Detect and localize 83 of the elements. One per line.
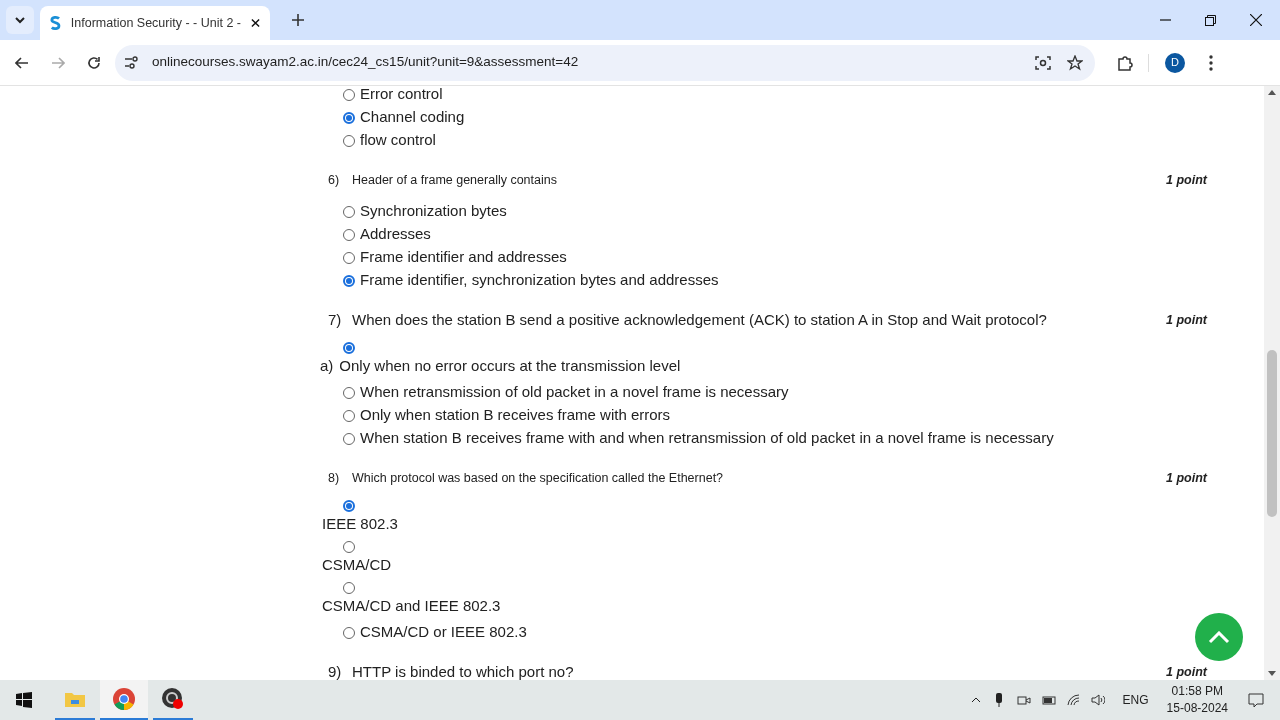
- reload-icon[interactable]: [87, 55, 101, 70]
- tab-title: Information Security - - Unit 2 -: [70, 14, 241, 32]
- option-label: CSMA/CD and IEEE 802.3: [322, 595, 501, 616]
- option-label: IEEE 802.3: [322, 513, 398, 534]
- microphone-icon[interactable]: [994, 693, 1003, 707]
- speaker-icon[interactable]: [1090, 694, 1105, 706]
- scrollbar[interactable]: [1264, 86, 1280, 680]
- option-label: Error control: [360, 86, 443, 105]
- close-icon[interactable]: [251, 18, 260, 28]
- radio-button[interactable]: [343, 500, 355, 512]
- extensions-icon[interactable]: [1117, 54, 1133, 71]
- points-label: 1 point: [1166, 663, 1207, 680]
- browser-tab[interactable]: Information Security - - Unit 2 -: [40, 6, 270, 40]
- option-letter: a): [320, 355, 334, 376]
- radio-button[interactable]: [343, 432, 355, 445]
- radio-button[interactable]: [343, 342, 355, 354]
- option-label: flow control: [360, 130, 436, 151]
- radio-button[interactable]: [343, 582, 355, 594]
- option-label: Channel coding: [360, 107, 465, 128]
- clock-date: 15-08-2024: [1166, 700, 1228, 717]
- radio-button[interactable]: [343, 205, 355, 218]
- chevron-up-icon: [1208, 630, 1230, 644]
- recorder-icon: [162, 688, 184, 710]
- battery-icon[interactable]: [1040, 695, 1057, 705]
- wifi-icon[interactable]: [1066, 694, 1081, 706]
- question-number: 9): [328, 661, 343, 680]
- profile-avatar[interactable]: D: [1165, 52, 1185, 73]
- radio-button[interactable]: [343, 274, 355, 287]
- radio-button[interactable]: [343, 409, 355, 422]
- lens-icon[interactable]: [1035, 54, 1051, 71]
- site-settings-icon[interactable]: [124, 55, 140, 70]
- star-icon[interactable]: [1067, 54, 1083, 71]
- option-label: CSMA/CD or IEEE 802.3: [360, 622, 527, 643]
- option-label: Only when station B receives frame with errors: [360, 405, 671, 426]
- question-text: HTTP is binded to which port no?: [352, 661, 575, 680]
- restore-icon[interactable]: [1205, 14, 1216, 26]
- browser-icon: [113, 688, 135, 710]
- radio-button[interactable]: [343, 541, 355, 553]
- option-label: When station B receives frame with and when retransmission of old packet in a novel frame is necessary: [360, 428, 1054, 449]
- points-label: 1 point: [1166, 171, 1207, 189]
- back-icon[interactable]: [15, 56, 29, 69]
- question-text: Which protocol was based on the specification called the Ethernet?: [352, 469, 725, 487]
- radio-button[interactable]: [343, 386, 355, 399]
- points-label: 1 point: [1166, 311, 1207, 329]
- option-label: Only when no error occurs at the transmission level: [339, 355, 681, 376]
- clock-time: 01:58 PM: [1171, 683, 1223, 700]
- radio-button[interactable]: [343, 134, 355, 147]
- question-text: When does the station B send a positive acknowledgement (ACK) to station A in Stop and Wait protocol?: [352, 309, 1048, 330]
- chevron-down-icon: [15, 16, 25, 24]
- option-label: Addresses: [360, 224, 431, 245]
- notifications-icon[interactable]: [1248, 692, 1264, 708]
- url-text: onlinecourses.swayam2.ac.in/cec24_cs15/unit?unit=9&assessment=42: [152, 53, 579, 72]
- radio-button[interactable]: [343, 251, 355, 264]
- language-indicator[interactable]: ENG: [1122, 691, 1149, 709]
- option-label: CSMA/CD: [322, 554, 392, 575]
- scroll-down-icon[interactable]: [1268, 671, 1276, 676]
- camera-icon[interactable]: [1016, 694, 1031, 706]
- option-label: Frame identifier, synchronization bytes and addresses: [360, 270, 719, 291]
- chevron-up-icon[interactable]: [970, 697, 981, 703]
- scroll-up-icon[interactable]: [1268, 90, 1276, 95]
- windows-start-icon[interactable]: [16, 692, 32, 708]
- new-tab-icon[interactable]: [292, 14, 304, 26]
- menu-icon[interactable]: [1209, 54, 1213, 71]
- option-label: When retransmission of old packet in a novel frame is necessary: [360, 382, 789, 403]
- radio-button[interactable]: [343, 626, 355, 639]
- clock[interactable]: 01:58 PM 15-08-2024: [1166, 683, 1228, 717]
- tab-list-button[interactable]: [6, 6, 34, 34]
- scroll-to-top-button[interactable]: [1195, 613, 1243, 661]
- question-number: 6): [328, 171, 341, 189]
- option-label: Synchronization bytes: [360, 201, 507, 222]
- radio-button[interactable]: [343, 88, 355, 101]
- radio-button[interactable]: [343, 228, 355, 241]
- points-label: 1 point: [1166, 469, 1207, 487]
- scrollbar-thumb[interactable]: [1267, 350, 1277, 517]
- option-label: Frame identifier and addresses: [360, 247, 567, 268]
- question-number: 7): [328, 309, 343, 330]
- folder-icon: [65, 691, 85, 707]
- question-text: Header of a frame generally contains: [352, 171, 558, 189]
- site-logo-icon: [50, 15, 61, 31]
- radio-button[interactable]: [343, 111, 355, 124]
- address-bar[interactable]: onlinecourses.swayam2.ac.in/cec24_cs15/unit?unit=9&assessment=42: [115, 44, 1095, 81]
- close-window-icon[interactable]: [1250, 14, 1262, 26]
- question-number: 8): [328, 469, 341, 487]
